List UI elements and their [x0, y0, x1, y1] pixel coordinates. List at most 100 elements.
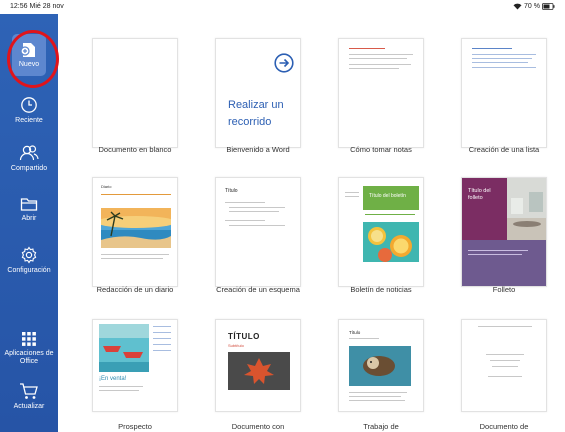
gear-icon	[21, 246, 37, 264]
preview-line	[153, 350, 171, 351]
preview-line	[486, 354, 524, 355]
template-document-of[interactable]: Documento de	[439, 300, 565, 432]
boats-photo	[99, 324, 149, 372]
arrow-right-icon	[274, 53, 294, 73]
template-welcome[interactable]: Realizar un recorrido Bienvenido a Word	[193, 0, 323, 165]
sidebar-item-label: Compartido	[10, 165, 48, 172]
template-caption: Boletín de noticias	[350, 285, 412, 294]
red-circle-annotation	[7, 30, 59, 88]
preview-line	[225, 220, 265, 221]
preview-line	[472, 58, 532, 59]
preview-line	[349, 58, 407, 59]
template-caption: Cómo tomar notas	[350, 145, 412, 154]
template-list[interactable]: Creación de una lista	[439, 0, 565, 165]
preview-line	[345, 192, 359, 193]
template-flyer[interactable]: ¡En venta! Prospecto	[70, 300, 200, 432]
preview-title: ¡En venta!	[99, 376, 127, 382]
app-grid-icon	[22, 332, 36, 346]
people-icon	[19, 145, 39, 161]
preview-title: Diario	[101, 184, 112, 189]
preview-line	[472, 54, 536, 55]
kitchen-photo	[507, 178, 546, 240]
preview-line	[99, 386, 143, 387]
template-thumbnail: TÍTULO Subtítulo	[215, 319, 301, 412]
preview-line	[349, 68, 399, 69]
preview-line	[472, 48, 512, 49]
template-thumbnail: Título	[338, 319, 424, 412]
sidebar-item-shared[interactable]: Compartido	[0, 144, 58, 173]
preview-line	[349, 54, 413, 55]
otter-photo	[349, 346, 411, 386]
folder-icon	[20, 198, 38, 211]
preview-line	[229, 211, 279, 212]
sidebar-item-open[interactable]: Abrir	[0, 196, 58, 223]
template-notes[interactable]: Cómo tomar notas	[316, 0, 446, 165]
brochure-lower-panel	[462, 240, 546, 286]
tour-preview-text: Realizar un recorrido	[228, 99, 284, 128]
beach-photo	[101, 208, 171, 248]
template-thumbnail: Realizar un recorrido	[215, 38, 301, 148]
template-thumbnail: Título del boletín	[338, 177, 424, 287]
cart-icon	[20, 383, 38, 399]
sidebar-item-label: Actualizar	[13, 403, 45, 410]
template-caption: Bienvenido a Word	[226, 145, 290, 154]
preview-line	[349, 48, 385, 49]
template-thumbnail	[461, 319, 547, 412]
template-caption: Prospecto	[118, 422, 152, 431]
preview-title: Título	[349, 330, 361, 335]
preview-title: TÍTULO	[228, 332, 260, 341]
template-thumbnail	[92, 38, 178, 148]
template-blank[interactable]: Documento en blanco	[70, 0, 200, 165]
preview-line	[365, 214, 415, 215]
template-brochure[interactable]: Título del folleto Folleto	[439, 165, 565, 300]
template-newsletter[interactable]: Título del boletín Boletín de noticias	[316, 165, 446, 300]
template-caption: Documento en blanco	[98, 145, 172, 154]
template-caption: Creación de un esquema	[216, 285, 300, 294]
time-text: 12:56	[10, 3, 28, 10]
template-caption: Documento con	[231, 422, 285, 431]
template-thumbnail: Diario	[92, 177, 178, 287]
template-journal[interactable]: Diario Redacción de un diario	[70, 165, 200, 300]
preview-line	[101, 194, 171, 195]
template-thumbnail: ¡En venta!	[92, 319, 178, 412]
template-paper[interactable]: Título Trabajo de	[316, 300, 446, 432]
preview-line	[488, 376, 522, 377]
sidebar-item-settings[interactable]: Configuración	[0, 246, 58, 275]
preview-line	[472, 67, 536, 68]
leaf-photo	[228, 352, 290, 390]
preview-line	[153, 338, 171, 339]
date-text: Mié 28 nov	[29, 3, 64, 10]
preview-line	[349, 400, 405, 401]
preview-line	[345, 196, 359, 197]
sidebar-item-upgrade[interactable]: Actualizar	[0, 382, 58, 411]
preview-line	[225, 202, 265, 203]
preview-line	[349, 392, 407, 393]
template-document-with[interactable]: TÍTULO Subtítulo Documento con	[193, 300, 323, 432]
preview-title: Título	[225, 188, 238, 194]
template-thumbnail: Título del folleto	[461, 177, 547, 287]
clock-icon	[21, 97, 37, 113]
status-time: 12:56 Mié 28 nov	[10, 3, 64, 10]
preview-line	[349, 338, 379, 339]
template-caption: Documento de	[479, 422, 529, 431]
sidebar-item-label: Aplicaciones de Office	[4, 350, 54, 365]
template-caption: Folleto	[492, 285, 516, 294]
template-thumbnail	[461, 38, 547, 148]
preview-title: Título del boletín	[369, 193, 406, 199]
preview-line	[478, 326, 532, 327]
sidebar-item-label: Abrir	[21, 215, 37, 222]
sidebar-item-office-apps[interactable]: Aplicaciones de Office	[0, 331, 58, 366]
sidebar-item-recent[interactable]: Reciente	[0, 96, 58, 125]
preview-line	[153, 326, 171, 327]
preview-line	[229, 207, 285, 208]
preview-subtitle: Subtítulo	[228, 343, 244, 348]
preview-line	[492, 366, 518, 367]
preview-line	[472, 62, 528, 63]
template-thumbnail	[338, 38, 424, 148]
preview-line	[349, 396, 401, 397]
preview-line	[101, 254, 169, 255]
preview-line	[468, 250, 528, 251]
preview-line	[153, 344, 171, 345]
preview-line	[101, 258, 163, 259]
template-outline[interactable]: Título Creación de un esquema	[193, 165, 323, 300]
